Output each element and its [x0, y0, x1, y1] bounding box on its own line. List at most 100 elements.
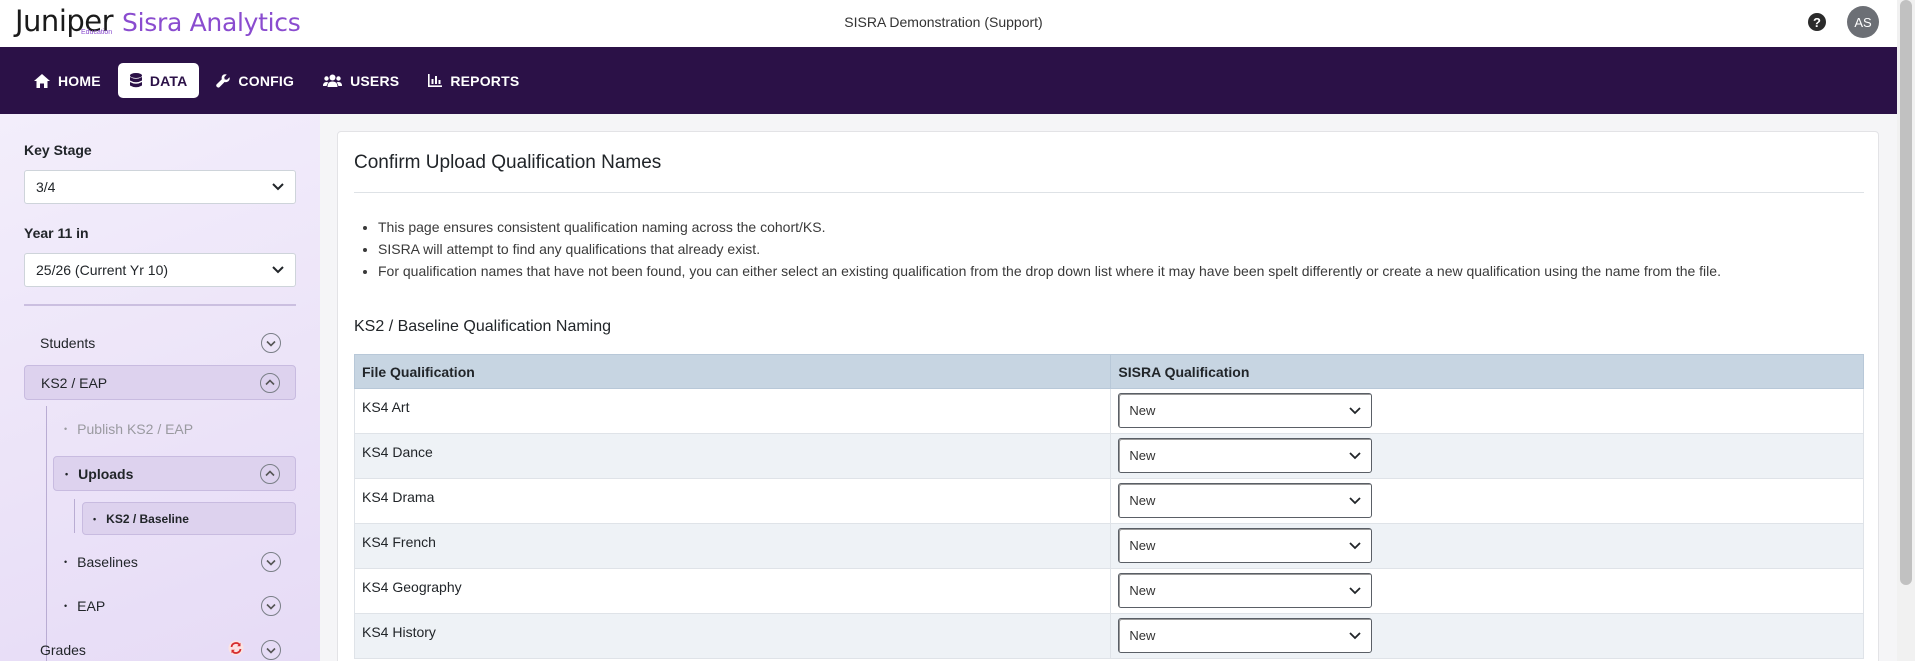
sidebar-item-label: • EAP [64, 598, 106, 614]
nav-data[interactable]: DATA [117, 63, 200, 98]
sidebar-item-uploads[interactable]: • Uploads [53, 456, 296, 491]
info-item: For qualification names that have not be… [378, 260, 1721, 282]
sidebar-item-grades[interactable]: Grades [40, 635, 281, 661]
column-header-sisra: SISRA Qualification [1110, 354, 1864, 389]
scrollbar-thumb[interactable] [1900, 0, 1912, 585]
table-row: KS4 Geography New [353, 568, 1864, 614]
sisra-qualification-select[interactable]: New [1118, 483, 1373, 518]
sisra-qualification-select[interactable]: New [1118, 438, 1373, 473]
sidebar-item-label: Grades [40, 642, 86, 658]
table-row: KS4 History New [353, 613, 1864, 659]
sisra-qualification-select[interactable]: New [1118, 618, 1373, 653]
column-header-file: File Qualification [353, 354, 1112, 389]
sidebar-item-baselines[interactable]: • Baselines [64, 547, 281, 577]
section-title: KS2 / Baseline Qualification Naming [354, 318, 612, 335]
select-value: New [1129, 538, 1156, 553]
chevron-down-icon[interactable] [261, 596, 281, 616]
table-row: KS4 French New [353, 523, 1864, 569]
file-qualification: KS4 Drama [353, 478, 1112, 524]
file-qualification: KS4 Dance [353, 433, 1112, 479]
chevron-down-icon [1349, 496, 1362, 504]
nav-config[interactable]: CONFIG [204, 63, 306, 98]
chart-icon [428, 74, 443, 87]
nav-data-label: DATA [149, 72, 188, 89]
select-value: New [1129, 403, 1156, 418]
sidebar-item-students[interactable]: Students [40, 328, 281, 358]
year-value: 25/26 (Current Yr 10) [36, 262, 169, 278]
year-select[interactable]: 25/26 (Current Yr 10) [24, 253, 296, 287]
sidebar-item-label: Students [40, 335, 96, 351]
refresh-icon[interactable] [228, 640, 244, 656]
nav-users-label: USERS [350, 72, 400, 89]
sidebar-item-label: • Publish KS2 / EAP [64, 421, 194, 437]
organisation-title: SISRA Demonstration (Support) [844, 14, 1043, 30]
table-row: KS4 Drama New [353, 478, 1864, 524]
info-item: SISRA will attempt to find any qualifica… [378, 238, 1721, 260]
chevron-down-icon[interactable] [261, 333, 281, 353]
user-avatar[interactable]: AS [1847, 6, 1879, 38]
database-icon [129, 73, 142, 88]
logo-education: Education [81, 29, 113, 36]
home-icon [34, 73, 50, 88]
chevron-down-icon [1349, 406, 1362, 414]
table-row: KS4 Art New [353, 388, 1864, 434]
sidebar-item-label: • KS2 / Baseline [93, 511, 189, 526]
chevron-down-icon [1349, 586, 1362, 594]
chevron-down-icon [1349, 631, 1362, 639]
sidebar-item-eap[interactable]: • EAP [64, 591, 281, 621]
table-row: KS4 Dance New [353, 433, 1864, 479]
nav-reports[interactable]: REPORTS [416, 63, 531, 98]
sidebar-item-ks2-baseline[interactable]: • KS2 / Baseline [82, 502, 296, 535]
upload-card: Confirm Upload Qualification Names This … [337, 131, 1879, 661]
chevron-down-icon [272, 183, 284, 191]
sidebar-divider [24, 304, 296, 306]
chevron-up-icon[interactable] [260, 463, 280, 484]
chevron-down-icon [1349, 451, 1362, 459]
file-qualification: KS4 History [353, 613, 1112, 659]
page-title: Confirm Upload Qualification Names [354, 152, 662, 173]
help-icon[interactable]: ? [1808, 13, 1826, 31]
sisra-qualification-select[interactable]: New [1118, 573, 1373, 608]
sidebar-item-label: KS2 / EAP [41, 374, 108, 391]
chevron-up-icon[interactable] [260, 372, 280, 393]
sidebar-item-publish[interactable]: • Publish KS2 / EAP [64, 414, 281, 444]
key-stage-label: Key Stage [24, 142, 92, 158]
table-header-row: File Qualification SISRA Qualification [353, 354, 1864, 389]
nav-config-label: CONFIG [238, 72, 295, 89]
nav-home-label: HOME [58, 72, 101, 89]
chevron-down-icon [272, 266, 284, 274]
nav-reports-label: REPORTS [450, 72, 520, 89]
title-divider [354, 192, 1864, 193]
sisra-qualification-select[interactable]: New [1118, 528, 1373, 563]
info-item: This page ensures consistent qualificati… [378, 216, 1721, 238]
main-content: Confirm Upload Qualification Names This … [320, 114, 1897, 661]
key-stage-value: 3/4 [36, 179, 56, 195]
users-icon [323, 74, 343, 87]
nav-users[interactable]: USERS [311, 63, 411, 98]
main-nav: HOME DATA CONFIG USERS REPORTS [0, 47, 1897, 114]
chevron-down-icon [1349, 541, 1362, 549]
sidebar-item-ks2-eap[interactable]: KS2 / EAP [24, 365, 296, 400]
chevron-down-icon[interactable] [261, 640, 281, 660]
sidebar-item-label: • Uploads [65, 465, 134, 482]
select-value: New [1129, 448, 1156, 463]
chevron-down-icon[interactable] [261, 552, 281, 572]
nav-home[interactable]: HOME [22, 63, 113, 98]
tree-line [74, 499, 75, 533]
info-list: This page ensures consistent qualificati… [378, 216, 1721, 282]
tree-line [46, 406, 47, 661]
select-value: New [1129, 628, 1156, 643]
qualification-table: File Qualification SISRA Qualification K… [353, 354, 1864, 659]
file-qualification: KS4 French [353, 523, 1112, 569]
select-value: New [1129, 583, 1156, 598]
sidebar-item-label: • Baselines [64, 554, 138, 570]
key-stage-select[interactable]: 3/4 [24, 170, 296, 204]
page-scrollbar[interactable] [1897, 0, 1915, 661]
select-value: New [1129, 493, 1156, 508]
file-qualification: KS4 Art [353, 388, 1112, 434]
wrench-icon [216, 73, 231, 88]
sidebar: Key Stage 3/4 Year 11 in 25/26 (Current … [0, 114, 320, 661]
year-label: Year 11 in [24, 225, 89, 241]
sisra-qualification-select[interactable]: New [1118, 393, 1373, 428]
top-bar: Juniper Sisra Analytics Education SISRA … [0, 0, 1897, 47]
